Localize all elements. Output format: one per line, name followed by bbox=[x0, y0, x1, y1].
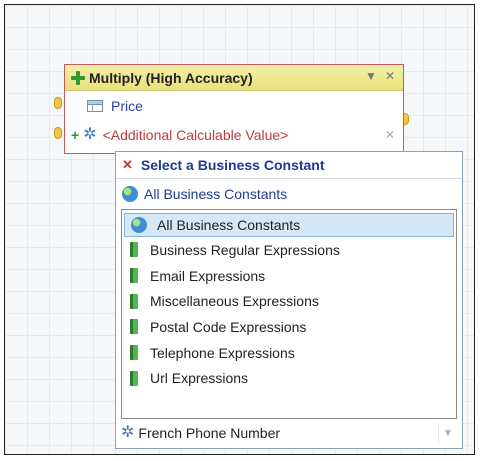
price-label: Price bbox=[111, 97, 143, 114]
list-item[interactable]: All Business Constants bbox=[124, 213, 454, 237]
additional-value-row[interactable]: + ✲ <Additional Calculable Value> ✕ bbox=[65, 120, 403, 149]
book-icon bbox=[130, 370, 138, 386]
globe-icon bbox=[131, 217, 147, 233]
business-constant-picker[interactable]: ✕ Select a Business Constant All Busines… bbox=[115, 151, 463, 449]
list-item-label: Miscellaneous Expressions bbox=[150, 293, 319, 310]
dropdown-arrow-icon[interactable]: ▼ bbox=[365, 69, 377, 83]
price-row[interactable]: Price bbox=[65, 91, 403, 120]
canvas: Multiply (High Accuracy) ▼ ✕ Price + ✲ <… bbox=[4, 4, 475, 455]
list-item-label: Business Regular Expressions bbox=[150, 241, 340, 258]
add-icon[interactable]: + bbox=[71, 127, 79, 143]
additional-value-label: <Additional Calculable Value> bbox=[102, 126, 289, 143]
list-item[interactable]: Url Expressions bbox=[122, 365, 456, 391]
list-item-label: All Business Constants bbox=[157, 217, 301, 233]
node-header[interactable]: Multiply (High Accuracy) ▼ ✕ bbox=[65, 65, 403, 91]
list-item[interactable]: Telephone Expressions bbox=[122, 340, 456, 366]
book-icon bbox=[130, 293, 138, 309]
list-item-label: Telephone Expressions bbox=[150, 344, 295, 361]
left-port-top[interactable] bbox=[54, 97, 62, 109]
multiply-node[interactable]: Multiply (High Accuracy) ▼ ✕ Price + ✲ <… bbox=[64, 64, 404, 154]
constant-selector[interactable]: ✲ French Phone Number ▼ bbox=[121, 421, 457, 445]
picker-title: Select a Business Constant bbox=[140, 157, 325, 173]
list-item[interactable]: Email Expressions bbox=[122, 263, 456, 289]
picker-header: ✕ Select a Business Constant bbox=[116, 152, 462, 179]
table-icon bbox=[87, 99, 103, 112]
list-item[interactable]: Postal Code Expressions bbox=[122, 314, 456, 340]
gear-icon: ✲ bbox=[83, 125, 97, 143]
category-list[interactable]: All Business Constants Business Regular … bbox=[121, 209, 457, 419]
book-icon bbox=[130, 242, 138, 258]
list-item[interactable]: Business Regular Expressions bbox=[122, 237, 456, 263]
left-port-bottom[interactable] bbox=[54, 127, 62, 139]
remove-icon[interactable]: ✕ bbox=[385, 128, 395, 142]
list-item-label: Postal Code Expressions bbox=[150, 318, 307, 335]
category-selected-label: All Business Constants bbox=[144, 186, 288, 202]
gear-icon: ✲ bbox=[121, 424, 135, 441]
plus-icon bbox=[71, 70, 85, 85]
close-icon[interactable]: ✕ bbox=[122, 157, 133, 173]
constant-selected-label: French Phone Number bbox=[138, 425, 281, 441]
list-item[interactable]: Miscellaneous Expressions bbox=[122, 288, 456, 314]
chevron-down-icon[interactable]: ▼ bbox=[438, 423, 457, 443]
node-title: Multiply (High Accuracy) bbox=[89, 69, 253, 86]
close-icon[interactable]: ✕ bbox=[385, 69, 395, 83]
book-icon bbox=[130, 319, 138, 335]
list-item-label: Url Expressions bbox=[150, 370, 249, 387]
book-icon bbox=[130, 268, 138, 284]
list-item-label: Email Expressions bbox=[150, 267, 266, 284]
globe-icon bbox=[122, 186, 138, 202]
category-selector[interactable]: All Business Constants bbox=[116, 179, 462, 209]
book-icon bbox=[130, 345, 138, 361]
